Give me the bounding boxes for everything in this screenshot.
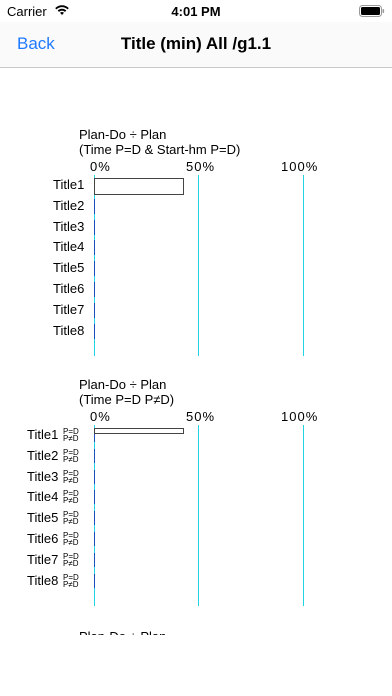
row-axis-segment [94, 261, 95, 277]
chart-title-line1: Plan-Do ÷ Plan [79, 377, 167, 392]
next-chart-title-partial: Plan-Do ÷ Plan [79, 629, 167, 644]
row-label: Title8 [27, 572, 59, 588]
row-label: Title3 [27, 468, 59, 484]
row-axis-segment [94, 532, 95, 546]
row-axis-segment [94, 323, 95, 339]
chart-title-line1: Plan-Do ÷ Plan [79, 127, 167, 142]
row-label: Title1 [53, 177, 85, 192]
chart-title: Plan-Do ÷ Plan (Time P=D & Start-hm P=D) [79, 127, 240, 157]
pd-ne-label: P≠D [63, 517, 79, 527]
navigation-bar: Back Title (min) All /g1.1 [0, 22, 392, 68]
pd-legend-mark: P=D P≠D [63, 552, 79, 568]
pd-legend-mark: P=D P≠D [63, 448, 79, 464]
row-label: Title2 [53, 197, 85, 213]
gridline-50 [198, 175, 199, 356]
row-label: Title7 [53, 301, 85, 317]
chart-title: Plan-Do ÷ Plan (Time P=D P≠D) [79, 377, 174, 407]
pd-legend-mark: P=D P≠D [63, 490, 79, 506]
clock: 4:01 PM [171, 4, 221, 19]
tick-label-0: 0% [90, 159, 111, 174]
row-axis-segment [94, 219, 95, 235]
chart-title-line2: (Time P=D P≠D) [79, 392, 175, 407]
pd-ne-label: P≠D [63, 579, 79, 589]
tick-label-50: 50% [186, 159, 216, 174]
tick-label-100: 100% [281, 159, 319, 174]
gridline-50 [198, 425, 199, 606]
pd-legend-mark: P=D P≠D [63, 469, 79, 485]
row-label: Title5 [53, 260, 85, 276]
status-bar: Carrier 4:01 PM [0, 0, 392, 22]
row-label: Title1 [27, 427, 59, 442]
scroll-content[interactable]: Plan-Do ÷ Plan (Time P=D & Start-hm P=D)… [0, 69, 392, 696]
pd-ne-label: P≠D [63, 475, 79, 485]
row-label: Title4 [27, 489, 59, 505]
row-axis-segment [94, 469, 95, 484]
row-label: Title4 [53, 239, 85, 255]
pd-legend-mark: P=D P≠D [63, 532, 79, 547]
row-axis-segment [94, 552, 95, 567]
pd-legend-mark: P=D P≠D [63, 428, 79, 443]
row-label: Title2 [27, 447, 59, 463]
pd-legend-mark: P=D P≠D [63, 511, 79, 527]
row-label: Title6 [53, 281, 85, 296]
row-label: Title8 [53, 322, 85, 338]
chart-title-line2: (Time P=D & Start-hm P=D) [79, 142, 241, 157]
pd-ne-label: P≠D [63, 558, 79, 568]
pd-ne-label: P≠D [63, 454, 79, 464]
row-axis-segment [94, 302, 95, 318]
row-axis-segment [94, 282, 95, 297]
row-axis-segment [94, 240, 95, 256]
row-label: Title6 [27, 531, 59, 546]
row-label: Title3 [53, 218, 85, 234]
bar [94, 178, 184, 195]
row-axis-segment [94, 511, 95, 526]
tick-label-0: 0% [90, 409, 111, 424]
row-axis-segment [94, 490, 95, 505]
pd-ne-label: P≠D [63, 538, 79, 547]
tick-label-100: 100% [281, 409, 319, 424]
chart-time-pd-start: Plan-Do ÷ Plan (Time P=D & Start-hm P=D)… [0, 127, 392, 367]
battery-icon [359, 5, 385, 17]
gridline-100 [303, 175, 304, 356]
pd-legend-mark: P=D P≠D [63, 573, 79, 589]
bar [94, 428, 184, 434]
page-title: Title (min) All /g1.1 [120, 34, 272, 53]
row-label: Title5 [27, 510, 59, 526]
row-axis-segment [94, 448, 95, 463]
row-axis-segment [94, 198, 95, 214]
pd-ne-label: P≠D [63, 434, 79, 443]
chart-time-pd-ne: Plan-Do ÷ Plan (Time P=D P≠D) 0% 50% 100… [0, 377, 392, 617]
row-axis-segment [94, 573, 95, 588]
row-label: Title7 [27, 551, 59, 567]
pd-ne-label: P≠D [63, 496, 79, 506]
gridline-100 [303, 425, 304, 606]
tick-label-50: 50% [186, 409, 216, 424]
